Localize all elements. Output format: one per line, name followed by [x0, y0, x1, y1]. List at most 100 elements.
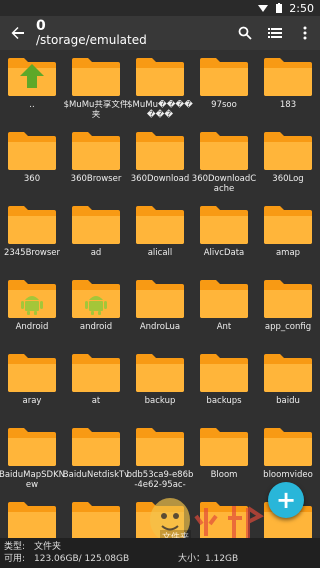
folder-item[interactable]: aray: [0, 350, 64, 424]
folder-icon: [136, 206, 184, 244]
search-icon: [238, 26, 252, 40]
overflow-menu-button[interactable]: [290, 16, 320, 50]
folder-icon: [264, 58, 312, 96]
folder-label: $MuMu�������: [127, 100, 193, 120]
folder-icon: [136, 58, 184, 96]
folder-item[interactable]: Bloom: [192, 424, 256, 498]
folder-item[interactable]: app_config: [256, 276, 320, 350]
folder-icon: [72, 132, 120, 170]
android-folder-icon: [8, 280, 56, 318]
folder-item[interactable]: 360Browser: [64, 128, 128, 202]
folder-icon: [264, 354, 312, 392]
folder-item[interactable]: 183: [256, 54, 320, 128]
folder-label: at: [91, 396, 101, 406]
folder-icon: [200, 206, 248, 244]
folder-label: baidu: [276, 396, 300, 406]
available-value: 123.06GB/ 125.08GB: [34, 554, 130, 564]
folder-item[interactable]: baidu: [256, 350, 320, 424]
folder-item[interactable]: 2345Browser: [0, 202, 64, 276]
folder-icon: [8, 502, 56, 538]
folder-item[interactable]: 360Download: [128, 128, 192, 202]
folder-icon: [200, 132, 248, 170]
back-button[interactable]: [0, 16, 36, 50]
folder-icon: [136, 132, 184, 170]
folder-label: 360Browser: [70, 174, 122, 184]
folder-item[interactable]: ..: [0, 54, 64, 128]
android-folder-icon: [72, 280, 120, 318]
folder-item[interactable]: BaiduMapSDKNew: [0, 424, 65, 498]
folder-item[interactable]: [64, 498, 128, 538]
folder-item[interactable]: BaiduNetdiskTv: [63, 424, 129, 498]
folder-item[interactable]: AndroLua: [128, 276, 192, 350]
type-key: 类型:: [4, 542, 26, 552]
current-path: /storage/emulated: [36, 33, 147, 48]
folder-icon: [136, 428, 184, 466]
folder-item[interactable]: 360Log: [256, 128, 320, 202]
folder-item[interactable]: 360DownloadCache: [192, 128, 256, 202]
folder-label: 360Download: [130, 174, 190, 184]
view-list-button[interactable]: [260, 16, 290, 50]
folder-label: android: [79, 322, 113, 332]
folder-item[interactable]: $MuMu共享文件夹: [64, 54, 128, 128]
folder-label: bdb53ca9-e86b-4e62-95ac-: [126, 470, 194, 490]
folder-icon: [72, 502, 120, 538]
folder-item[interactable]: Android: [0, 276, 64, 350]
selection-count: 0: [36, 17, 46, 34]
folder-label: 97soo: [211, 100, 237, 110]
folder-item[interactable]: $MuMu�������: [127, 54, 193, 128]
folder-icon: [72, 428, 120, 466]
folder-icon: [136, 354, 184, 392]
plus-icon: +: [275, 486, 297, 514]
folder-item[interactable]: ad: [64, 202, 128, 276]
folder-label: 183: [279, 100, 297, 110]
folder-item[interactable]: bdb53ca9-e86b-4e62-95ac-: [126, 424, 194, 498]
folder-item[interactable]: backups: [192, 350, 256, 424]
folder-icon: [8, 428, 56, 466]
folder-label: Bloom: [210, 470, 238, 480]
folder-label: alicall: [147, 248, 173, 258]
available-key: 可用:: [4, 554, 26, 564]
search-button[interactable]: [230, 16, 260, 50]
folder-item[interactable]: amap: [256, 202, 320, 276]
folder-icon: [8, 132, 56, 170]
folder-item[interactable]: at: [64, 350, 128, 424]
folder-label: amap: [275, 248, 301, 258]
folder-item[interactable]: [0, 498, 64, 538]
battery-icon: [276, 3, 283, 13]
folder-icon: [72, 354, 120, 392]
folder-item[interactable]: alicall: [128, 202, 192, 276]
list-view-icon: [268, 28, 282, 38]
folder-label: app_config: [264, 322, 312, 332]
folder-label: bloomvideo: [263, 470, 313, 480]
folder-icon: [8, 206, 56, 244]
folder-item[interactable]: AlivcData: [192, 202, 256, 276]
folder-label: Ant: [216, 322, 232, 332]
folder-icon: [136, 280, 184, 318]
folder-item[interactable]: backup: [128, 350, 192, 424]
add-fab-button[interactable]: +: [268, 482, 304, 518]
title-block: 0 /storage/emulated: [36, 17, 230, 48]
folder-label: 2345Browser: [3, 248, 61, 258]
folder-icon: [72, 58, 120, 96]
folder-icon: [200, 280, 248, 318]
folder-item[interactable]: android: [64, 276, 128, 350]
folder-label: $MuMu共享文件夹: [63, 100, 129, 120]
folder-label: 360: [23, 174, 41, 184]
size-value: 大小：1.12GB: [178, 554, 239, 564]
folder-icon: [264, 132, 312, 170]
folder-label: 360Log: [272, 174, 304, 184]
folder-label: ..: [29, 100, 35, 110]
toolbar: 0 /storage/emulated: [0, 16, 320, 50]
folder-label: ad: [90, 248, 102, 258]
folder-label: backups: [206, 396, 242, 406]
folder-item[interactable]: Ant: [192, 276, 256, 350]
folder-icon: [72, 206, 120, 244]
folder-label: 360DownloadCache: [191, 174, 257, 194]
folder-item[interactable]: 97soo: [192, 54, 256, 128]
folder-label: AndroLua: [139, 322, 181, 332]
folder-icon: [200, 354, 248, 392]
clock: 2:50: [289, 1, 314, 15]
folder-item[interactable]: 360: [0, 128, 64, 202]
folder-label: aray: [22, 396, 42, 406]
arrow-back-icon: [11, 27, 24, 39]
